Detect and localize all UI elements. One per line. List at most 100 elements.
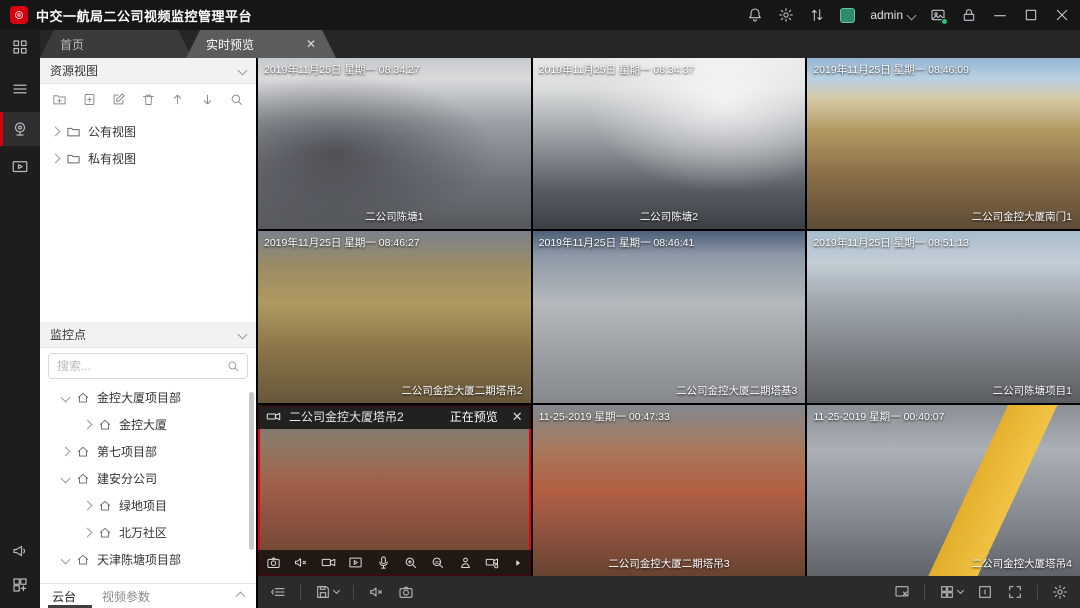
tree-item-label: 私有视图 xyxy=(88,150,136,167)
tree-item-site[interactable]: 金控大厦 xyxy=(40,411,256,438)
video-cell[interactable]: 2019年11月25日 星期一 08:46:41 二公司金控大厦二期塔基3 xyxy=(533,231,806,402)
minimize-icon[interactable] xyxy=(992,7,1008,23)
fullscreen-icon[interactable] xyxy=(1007,584,1023,600)
layout-grid-button[interactable] xyxy=(939,584,963,600)
user-dropdown[interactable]: admin xyxy=(870,8,915,22)
chevron-down-icon xyxy=(907,10,917,20)
monitor-points-header[interactable]: 监控点 xyxy=(40,322,256,348)
tabbar: 首页 实时预览 ✕ xyxy=(40,30,1080,58)
add-folder-icon[interactable] xyxy=(52,92,67,107)
settings-gear-icon[interactable] xyxy=(778,7,794,23)
collapse-panel-icon[interactable] xyxy=(270,584,286,600)
chevron-right-icon[interactable] xyxy=(51,154,61,164)
resource-toolbar xyxy=(40,84,256,114)
video-cell[interactable]: 2019年11月25日 星期一 08:46:27 二公司金控大厦二期塔吊2 xyxy=(258,231,531,402)
chevron-right-icon[interactable] xyxy=(51,127,61,137)
chevron-right-icon[interactable] xyxy=(83,501,93,511)
lock-icon[interactable] xyxy=(961,7,977,23)
instant-playback-icon[interactable] xyxy=(348,555,363,570)
search-icon[interactable] xyxy=(226,359,240,373)
maximize-icon[interactable] xyxy=(1023,7,1039,23)
ptz-capture-icon[interactable] xyxy=(485,555,500,570)
settings-gear-icon[interactable] xyxy=(1052,584,1068,600)
app-title: 中交一航局二公司视频监控管理平台 xyxy=(36,6,252,25)
resource-tree: 公有视图 私有视图 xyxy=(40,114,256,176)
tree-item-site[interactable]: 建安分公司 xyxy=(40,465,256,492)
snapshot-icon[interactable] xyxy=(266,555,281,570)
scrollbar-thumb[interactable] xyxy=(249,392,254,550)
username: admin xyxy=(870,8,903,22)
resource-view-header[interactable]: 资源视图 xyxy=(40,58,256,84)
close-all-icon[interactable] xyxy=(894,584,910,600)
tree-item-label: 建安分公司 xyxy=(97,470,157,487)
site-icon xyxy=(98,499,112,513)
video-cell[interactable]: 2019年11月25日 星期一 08:51:13 二公司陈塘项目1 xyxy=(807,231,1080,402)
search-input[interactable] xyxy=(48,353,248,379)
add-layout-icon[interactable] xyxy=(0,568,40,602)
save-view-button[interactable] xyxy=(315,584,339,600)
tab-video-params[interactable]: 视频参数 xyxy=(102,588,150,605)
add-view-icon[interactable] xyxy=(82,92,97,107)
camera-label: 二公司金控大厦塔吊4 xyxy=(972,556,1072,571)
video-cell[interactable]: 2019年11月25日 星期一 08:34:27 二公司陈塘1 xyxy=(258,58,531,229)
site-icon xyxy=(76,553,90,567)
more-icon[interactable] xyxy=(513,558,523,568)
single-screen-icon[interactable] xyxy=(977,584,993,600)
alarm-broadcast-icon[interactable] xyxy=(0,534,40,568)
screen-capture-icon[interactable] xyxy=(930,7,946,23)
close-icon[interactable] xyxy=(1054,7,1070,23)
delete-icon[interactable] xyxy=(141,92,156,107)
talk-mic-icon[interactable] xyxy=(376,555,391,570)
move-down-icon[interactable] xyxy=(200,92,215,107)
tree-item-private-views[interactable]: 私有视图 xyxy=(40,145,256,172)
record-icon[interactable] xyxy=(321,555,336,570)
tree-item-site[interactable]: 北万社区 xyxy=(40,519,256,546)
tree-item-site[interactable]: 金控大厦项目部 xyxy=(40,384,256,411)
snapshot-all-icon[interactable] xyxy=(398,584,414,600)
left-panel-bottom-tabs: 云台 视频参数 xyxy=(40,583,256,608)
video-cell[interactable]: 11-25-2019 星期一 00:47:33 二公司金控大厦二期塔吊3 xyxy=(533,405,806,576)
move-up-icon[interactable] xyxy=(170,92,185,107)
folder-icon xyxy=(66,124,81,139)
mute-all-icon[interactable] xyxy=(368,584,384,600)
notification-bell-icon[interactable] xyxy=(747,7,763,23)
app-box-icon[interactable] xyxy=(840,8,855,23)
mute-icon[interactable] xyxy=(293,555,308,570)
chevron-down-icon[interactable] xyxy=(61,393,71,403)
live-preview-camera-icon[interactable] xyxy=(0,112,40,146)
data-transfer-icon[interactable] xyxy=(809,7,825,23)
tree-item-label: 绿地项目 xyxy=(119,497,167,514)
edit-icon[interactable] xyxy=(111,92,126,107)
menu-icon[interactable] xyxy=(0,72,40,106)
playback-monitor-icon[interactable] xyxy=(0,150,40,184)
tree-item-public-views[interactable]: 公有视图 xyxy=(40,118,256,145)
search-icon[interactable] xyxy=(229,92,244,107)
chevron-right-icon[interactable] xyxy=(83,528,93,538)
chevron-down-icon[interactable] xyxy=(61,474,71,484)
panel-gap xyxy=(40,176,256,322)
tree-item-site[interactable]: 绿地项目 xyxy=(40,492,256,519)
chevron-up-icon[interactable] xyxy=(236,591,246,601)
tab-live-preview[interactable]: 实时预览 ✕ xyxy=(186,30,336,58)
apps-grid-icon[interactable] xyxy=(0,30,40,64)
digital-zoom-icon[interactable] xyxy=(403,555,418,570)
tab-close-icon[interactable]: ✕ xyxy=(306,37,316,51)
chevron-right-icon[interactable] xyxy=(83,420,93,430)
tab-ptz[interactable]: 云台 xyxy=(52,588,76,605)
video-cell-selected[interactable]: 二公司金控大厦塔吊2 正在预览 ✕ xyxy=(258,405,531,576)
preview-toolbar: 3D xyxy=(258,550,531,576)
video-cell[interactable]: 11-25-2019 星期一 00:40:07 二公司金控大厦塔吊4 xyxy=(807,405,1080,576)
video-cell[interactable]: 2019年11月25日 星期一 08:46:09 二公司金控大厦南门1 xyxy=(807,58,1080,229)
video-cell[interactable]: 2019年11月25日 星期一 08:34:37 二公司陈塘2 xyxy=(533,58,806,229)
tree-item-site[interactable]: 天津陈塘项目部 xyxy=(40,546,256,573)
chevron-right-icon[interactable] xyxy=(61,447,71,457)
osd-timestamp: 2019年11月25日 星期一 08:46:09 xyxy=(813,62,969,77)
locate-icon[interactable] xyxy=(458,555,473,570)
bottom-toolbar xyxy=(258,576,1080,608)
close-icon[interactable]: ✕ xyxy=(512,409,523,425)
tab-home[interactable]: 首页 xyxy=(40,30,192,58)
3d-zoom-icon[interactable]: 3D xyxy=(430,555,445,570)
titlebar-actions: admin xyxy=(747,7,1070,23)
tree-item-site[interactable]: 第七项目部 xyxy=(40,438,256,465)
chevron-down-icon[interactable] xyxy=(61,555,71,565)
